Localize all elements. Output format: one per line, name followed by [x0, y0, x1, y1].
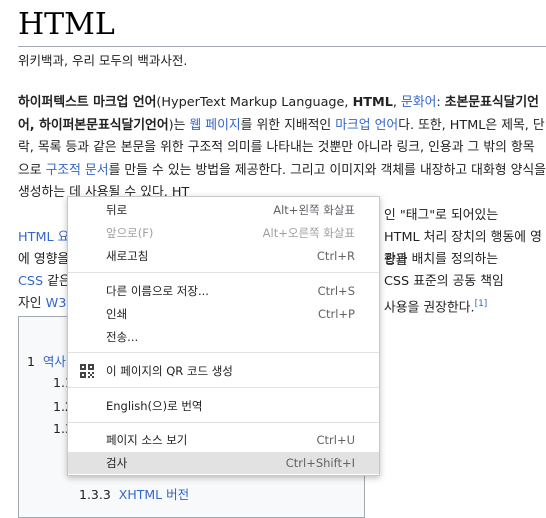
intro-paragraph: 하이퍼텍스트 마크업 언어(HyperText Markup Language,… [18, 92, 546, 205]
menu-shortcut: Ctrl+R [316, 249, 355, 263]
menu-label: 페이지 소스 보기 [106, 433, 188, 447]
menu-separator [68, 352, 379, 353]
text-fragment: CSS 표준의 공동 책임 [384, 274, 504, 289]
menu-item-back[interactable]: 뒤로 Alt+왼쪽 화살표 [68, 199, 379, 221]
menu-item-send[interactable]: 전송... [68, 326, 379, 348]
link-html-elements[interactable]: HTML 요 [18, 227, 69, 250]
page-title: HTML [18, 7, 115, 42]
text-fragment: 자인 W3 [18, 296, 67, 311]
menu-shortcut: Ctrl+S [317, 284, 355, 298]
menu-shortcut: Alt+오른쪽 화살표 [262, 226, 355, 240]
link-munhwa[interactable]: 문화어 [401, 95, 436, 110]
menu-item-qr-code[interactable]: 이 페이지의 QR 코드 생성 [68, 360, 379, 382]
menu-separator [68, 422, 379, 423]
menu-label: 뒤로 [106, 203, 128, 217]
term-bold: 하이퍼텍스트 마크업 언어 [18, 95, 157, 110]
menu-item-view-source[interactable]: 페이지 소스 보기 Ctrl+U [68, 429, 379, 451]
text-span: : [436, 95, 445, 110]
menu-shortcut: Alt+왼쪽 화살표 [273, 203, 355, 217]
toc-text[interactable]: 역사 [43, 354, 66, 369]
text-fragment: 관과 배치를 정의하는 [384, 252, 499, 267]
menu-separator [68, 387, 379, 388]
text-span: (HyperText Markup Language, [156, 95, 353, 110]
link-structured-doc[interactable]: 구조적 문서 [46, 163, 109, 178]
menu-item-reload[interactable]: 새로고침 Ctrl+R [68, 245, 379, 267]
text-span: )는 [168, 117, 190, 133]
menu-item-forward[interactable]: 앞으로(F) Alt+오른쪽 화살표 [68, 222, 379, 244]
toc-text[interactable]: XHTML 버전 [119, 487, 189, 502]
menu-item-translate[interactable]: English(으)로 번역 [68, 395, 379, 417]
title-divider [18, 46, 546, 47]
menu-item-print[interactable]: 인쇄 Ctrl+P [68, 303, 379, 325]
menu-shortcut: Ctrl+P [317, 307, 355, 321]
text-fragment: 에 영향을 [18, 252, 70, 267]
menu-shortcut: Ctrl+Shift+I [285, 456, 355, 470]
toc-number: 1.3.3 [79, 487, 111, 502]
text-fragment: 인 "태그"로 되어있는 [384, 208, 499, 223]
link-webpage[interactable]: 웹 페이지 [189, 118, 240, 133]
menu-label: 새로고침 [106, 249, 149, 263]
page-subtitle: 위키백과, 우리 모두의 백과사전. [18, 53, 188, 68]
toc-item-1[interactable]: 1 역사 [27, 351, 66, 370]
link-markup[interactable]: 마크업 언어 [335, 118, 398, 133]
text-fragment: 사용을 권장한다.[1] [384, 293, 487, 320]
menu-label: 앞으로(F) [106, 226, 154, 240]
article-body: 하이퍼텍스트 마크업 언어(HyperText Markup Language,… [18, 92, 546, 205]
context-menu: 뒤로 Alt+왼쪽 화살표 앞으로(F) Alt+오른쪽 화살표 새로고침 Ct… [67, 196, 380, 476]
qr-code-icon [80, 364, 94, 378]
menu-label: 전송... [106, 330, 139, 344]
wiki-page: HTML 위키백과, 우리 모두의 백과사전. 하이퍼텍스트 마크업 언어(Hy… [0, 0, 546, 518]
reference-1[interactable]: [1] [475, 299, 488, 309]
menu-label: 다른 이름으로 저장... [106, 284, 209, 298]
text-span: 를 위한 지배적인 [240, 117, 336, 133]
link-css[interactable]: CSS [18, 274, 43, 289]
menu-label: 이 페이지의 QR 코드 생성 [106, 364, 233, 378]
menu-label: 인쇄 [106, 307, 128, 321]
text-span: , [392, 95, 402, 110]
text-fragment: CSS 같은 [18, 271, 71, 294]
toc-item-1-3-3[interactable]: 1.3.3 XHTML 버전 [79, 484, 189, 503]
menu-label: English(으)로 번역 [106, 399, 203, 413]
link-w3c[interactable]: W3 [46, 296, 67, 311]
term-html: HTML [352, 95, 393, 110]
menu-item-inspect[interactable]: 검사 Ctrl+Shift+I [68, 452, 379, 474]
menu-shortcut: Ctrl+U [316, 433, 355, 447]
menu-label: 검사 [106, 456, 128, 470]
toc-number: 1 [27, 354, 35, 369]
menu-item-save-as[interactable]: 다른 이름으로 저장... Ctrl+S [68, 280, 379, 302]
menu-separator [68, 272, 379, 273]
text-span: 사용을 권장한다. [384, 300, 475, 316]
